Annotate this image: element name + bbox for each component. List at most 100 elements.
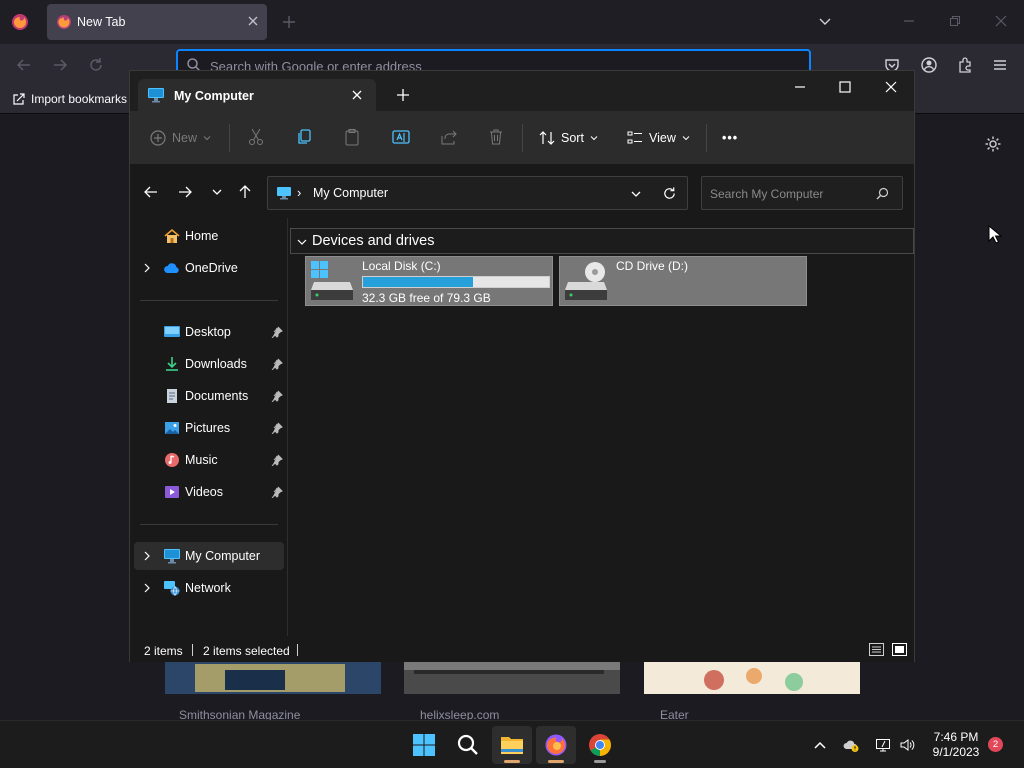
chevron-down-icon[interactable]	[629, 187, 643, 201]
drive-free-space: 32.3 GB free of 79.3 GB	[362, 291, 491, 305]
sort-button[interactable]: Sort	[539, 128, 598, 148]
sidebar-item-onedrive[interactable]: OneDrive	[134, 254, 284, 282]
account-icon[interactable]	[920, 56, 938, 74]
drive-item-local-disk[interactable]: Local Disk (C:) 32.3 GB free of 79.3 GB	[305, 256, 553, 306]
shortcut-tile-thumbnail[interactable]	[165, 662, 381, 694]
firefox-icon	[545, 734, 567, 756]
tile-image	[644, 662, 860, 694]
sidebar-item-my-computer[interactable]: My Computer	[134, 542, 284, 570]
command-separator	[229, 124, 230, 152]
search-box[interactable]: Search My Computer	[701, 176, 903, 210]
sidebar-item-desktop[interactable]: Desktop	[134, 318, 284, 346]
sidebar-item-network[interactable]: Network	[134, 574, 284, 602]
cloud-icon	[164, 263, 179, 273]
computer-icon	[277, 187, 291, 200]
network-status-icon[interactable]	[875, 737, 891, 753]
chevron-right-icon[interactable]	[142, 551, 152, 561]
chevron-right-icon[interactable]	[142, 263, 152, 273]
tile-image	[404, 662, 620, 694]
explorer-title-bar[interactable]: My Computer	[130, 71, 914, 111]
content-pane: Devices and drives Local Disk (C:) 32.3 …	[289, 218, 914, 636]
import-bookmarks-label: Import bookmarks	[31, 92, 128, 106]
shortcut-tile-thumbnail[interactable]	[644, 662, 860, 694]
view-button[interactable]: View	[627, 128, 690, 148]
sidebar-item-label: Network	[185, 581, 231, 595]
sidebar-item-downloads[interactable]: Downloads	[134, 350, 284, 378]
sidebar-item-videos[interactable]: Videos	[134, 478, 284, 506]
taskbar-chrome[interactable]	[580, 726, 620, 764]
sidebar-item-pictures[interactable]: Pictures	[134, 414, 284, 442]
sidebar-item-label: Documents	[185, 389, 249, 403]
pin-icon[interactable]	[271, 390, 283, 402]
chevron-right-icon[interactable]	[142, 583, 152, 593]
extensions-icon[interactable]	[956, 56, 974, 74]
menu-icon[interactable]	[991, 56, 1009, 74]
sidebar-item-documents[interactable]: Documents	[134, 382, 284, 410]
pin-icon[interactable]	[271, 358, 283, 370]
group-header-devices-and-drives[interactable]: Devices and drives	[290, 228, 914, 254]
firefox-tab-new-tab[interactable]: New Tab	[47, 4, 267, 40]
sidebar-item-label: Music	[185, 453, 218, 467]
close-icon[interactable]	[350, 88, 364, 102]
pin-icon[interactable]	[271, 326, 283, 338]
notification-badge[interactable]: 2	[988, 737, 1003, 752]
copy-icon[interactable]	[296, 128, 312, 146]
paste-icon[interactable]	[344, 128, 360, 146]
breadcrumb-separator[interactable]: ›	[297, 185, 301, 200]
breadcrumb-my-computer[interactable]: My Computer	[313, 186, 388, 200]
navigation-pane: Home OneDrive Desktop Downloads Document…	[130, 218, 288, 636]
chevron-down-icon[interactable]	[818, 14, 832, 28]
new-tab-icon[interactable]	[281, 14, 297, 30]
view-button-label: View	[649, 131, 676, 145]
shortcut-tile-thumbnail[interactable]	[404, 662, 620, 694]
sidebar-divider	[140, 524, 278, 525]
minimize-icon[interactable]	[792, 79, 808, 95]
running-indicator	[548, 760, 564, 763]
sidebar-item-home[interactable]: Home	[134, 222, 284, 250]
pin-icon[interactable]	[271, 454, 283, 466]
new-button[interactable]: New	[150, 128, 211, 148]
recent-locations-icon[interactable]	[209, 184, 225, 200]
search-button[interactable]	[448, 726, 488, 764]
sidebar-item-music[interactable]: Music	[134, 446, 284, 474]
reload-icon[interactable]	[87, 56, 105, 74]
music-icon	[165, 453, 179, 467]
drive-usage-bar	[362, 276, 550, 288]
firefox-menu-icon[interactable]	[11, 13, 29, 31]
delete-icon[interactable]	[488, 128, 504, 146]
back-icon[interactable]	[143, 184, 159, 200]
restore-icon[interactable]	[948, 14, 962, 28]
details-view-icon[interactable]	[869, 643, 884, 656]
chevron-up-icon[interactable]	[812, 737, 828, 753]
drive-item-cd-drive[interactable]: CD Drive (D:)	[559, 256, 807, 306]
gear-icon[interactable]	[984, 135, 1002, 153]
close-window-icon[interactable]	[994, 14, 1008, 28]
refresh-icon[interactable]	[662, 186, 677, 201]
start-button[interactable]	[404, 726, 444, 764]
rename-icon[interactable]	[392, 128, 410, 146]
system-clock[interactable]: 7:46 PM 9/1/2023	[924, 730, 988, 760]
forward-icon[interactable]	[177, 184, 193, 200]
onedrive-warning-icon[interactable]	[843, 737, 859, 753]
close-icon[interactable]	[246, 14, 260, 28]
back-icon[interactable]	[15, 56, 33, 74]
explorer-tab-my-computer[interactable]: My Computer	[138, 79, 376, 111]
taskbar-file-explorer[interactable]	[492, 726, 532, 764]
new-tab-icon[interactable]	[396, 88, 410, 102]
more-options-button[interactable]: •••	[722, 128, 738, 148]
forward-icon[interactable]	[51, 56, 69, 74]
import-bookmarks-button[interactable]: Import bookmarks	[12, 92, 127, 106]
close-window-icon[interactable]	[883, 79, 899, 95]
pin-icon[interactable]	[271, 486, 283, 498]
pin-icon[interactable]	[271, 422, 283, 434]
up-icon[interactable]	[237, 184, 253, 200]
cut-icon[interactable]	[248, 128, 264, 146]
volume-icon[interactable]	[899, 737, 915, 753]
address-bar[interactable]: › My Computer	[267, 176, 688, 210]
tiles-view-icon[interactable]	[892, 643, 907, 656]
taskbar-firefox[interactable]	[536, 726, 576, 764]
maximize-icon[interactable]	[837, 79, 853, 95]
import-icon	[13, 93, 25, 105]
share-icon[interactable]	[440, 128, 458, 146]
minimize-icon[interactable]	[902, 14, 916, 28]
